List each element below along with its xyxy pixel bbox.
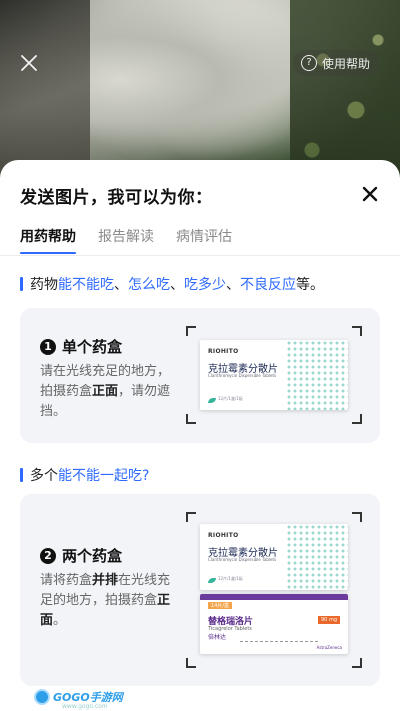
box-maker: AstraZeneca xyxy=(316,645,342,650)
section-text: 多个 xyxy=(30,468,58,484)
desc-text: 请将药盒 xyxy=(40,573,93,588)
leaf-logo-icon xyxy=(208,398,216,403)
box-spec: 12片/1盒/1板 xyxy=(218,396,243,401)
help-button[interactable]: ? 使用帮助 xyxy=(292,50,380,76)
highlight-text: 不良反应 xyxy=(240,277,296,293)
frame-corner xyxy=(186,414,196,424)
section-marker xyxy=(20,277,23,291)
box-stripe xyxy=(200,594,348,600)
box-brand: RIOHITO xyxy=(208,348,239,355)
highlight-text: 能不能吃 xyxy=(58,277,114,293)
box-brand-cn: 倍林达 xyxy=(208,634,227,641)
question-icon: ? xyxy=(300,55,317,71)
scan-frame: RIOHITO 克拉霉素分散片 Clarithromycin Dispersib… xyxy=(186,512,362,668)
section-marker xyxy=(20,468,23,482)
frame-corner xyxy=(186,512,196,522)
highlight-text: 吃多少 xyxy=(184,277,226,293)
separator-text: 、 xyxy=(226,277,240,293)
box-brand: RIOHITO xyxy=(208,532,239,539)
section-text: 等。 xyxy=(296,277,324,293)
step-label: 单个药盒 xyxy=(62,338,123,356)
highlight-text: 怎么吃 xyxy=(128,277,170,293)
frame-corner xyxy=(352,512,362,522)
desc-text: 。 xyxy=(53,613,67,628)
scan-frame: RIOHITO 克拉霉素分散片 Clarithromycin Dispersib… xyxy=(186,326,362,424)
frame-corner xyxy=(186,658,196,668)
section-text: 药物 xyxy=(30,277,58,293)
gogo-logo-icon xyxy=(34,689,50,705)
frame-corner xyxy=(186,326,196,336)
separator-text: 、 xyxy=(170,277,184,293)
frame-corner xyxy=(352,414,362,424)
step-label: 两个药盒 xyxy=(62,547,123,565)
tab-medication-help[interactable]: 用药帮助 xyxy=(20,226,76,254)
dot-pattern xyxy=(286,340,348,410)
step-title: 2 两个药盒 xyxy=(40,545,122,566)
step-number: 2 xyxy=(40,547,56,564)
box-dose: 90 mg xyxy=(318,616,340,624)
highlight-text: 能不能一起吃? xyxy=(58,468,150,484)
box-spec: 12片/1盒/1板 xyxy=(218,576,243,581)
close-icon xyxy=(21,55,37,71)
frame-corner xyxy=(352,326,362,336)
step-description: 请在光线充足的地方，拍摄药盒正面，请勿遮挡。 xyxy=(40,362,180,422)
frame-corner xyxy=(352,658,362,668)
close-icon xyxy=(362,186,378,202)
watermark-url: www.gogo.com xyxy=(62,703,108,710)
box-barcode-line xyxy=(240,641,318,642)
medicine-box-image-2: 14片/盒 替格瑞洛片 90 mg Ticagrelor Tablets 倍林达… xyxy=(200,594,348,654)
box-drug-subtitle: Clarithromycin Dispersible Tablets xyxy=(208,373,277,378)
medicine-box-image: RIOHITO 克拉霉素分散片 Clarithromycin Dispersib… xyxy=(200,340,348,410)
desc-bold: 正面 xyxy=(92,384,119,399)
bottom-sheet: 发送图片，我可以为你： 用药帮助 报告解读 病情评估 药物 能不能吃 、 怎么吃… xyxy=(0,160,400,711)
leaf-logo-icon xyxy=(208,578,216,583)
desc-bold: 并排 xyxy=(92,573,119,588)
step-number: 1 xyxy=(40,338,56,355)
single-box-card: 1 单个药盒 请在光线充足的地方，拍摄药盒正面，请勿遮挡。 RIOHITO 克拉… xyxy=(20,308,380,443)
close-sheet-button[interactable] xyxy=(360,184,380,204)
two-box-card: 2 两个药盒 请将药盒并排在光线充足的地方，拍摄药盒正面。 RIOHITO 克拉… xyxy=(20,494,380,686)
separator-text: 、 xyxy=(114,277,128,293)
tab-report-interpretation[interactable]: 报告解读 xyxy=(98,226,154,254)
box-tag: 14片/盒 xyxy=(208,602,233,609)
tab-divider xyxy=(0,255,400,256)
sheet-title: 发送图片，我可以为你： xyxy=(20,188,213,208)
help-label: 使用帮助 xyxy=(321,56,370,71)
dot-pattern xyxy=(286,524,348,590)
box-drug-subtitle: Clarithromycin Dispersible Tablets xyxy=(208,557,277,562)
step-title: 1 单个药盒 xyxy=(40,336,122,357)
step-description: 请将药盒并排在光线充足的地方，拍摄药盒正面。 xyxy=(40,571,180,631)
watermark-logo: GOGO手游网 www.gogo.com xyxy=(34,689,123,710)
medicine-box-image: RIOHITO 克拉霉素分散片 Clarithromycin Dispersib… xyxy=(200,524,348,590)
tab-condition-assessment[interactable]: 病情评估 xyxy=(176,226,232,254)
section-heading-combination: 多个 能不能一起吃? xyxy=(20,465,149,485)
close-camera-button[interactable] xyxy=(18,52,40,74)
section-heading-usage: 药物 能不能吃 、 怎么吃 、 吃多少 、 不良反应 等。 xyxy=(20,274,324,294)
tab-bar: 用药帮助 报告解读 病情评估 xyxy=(20,226,232,254)
